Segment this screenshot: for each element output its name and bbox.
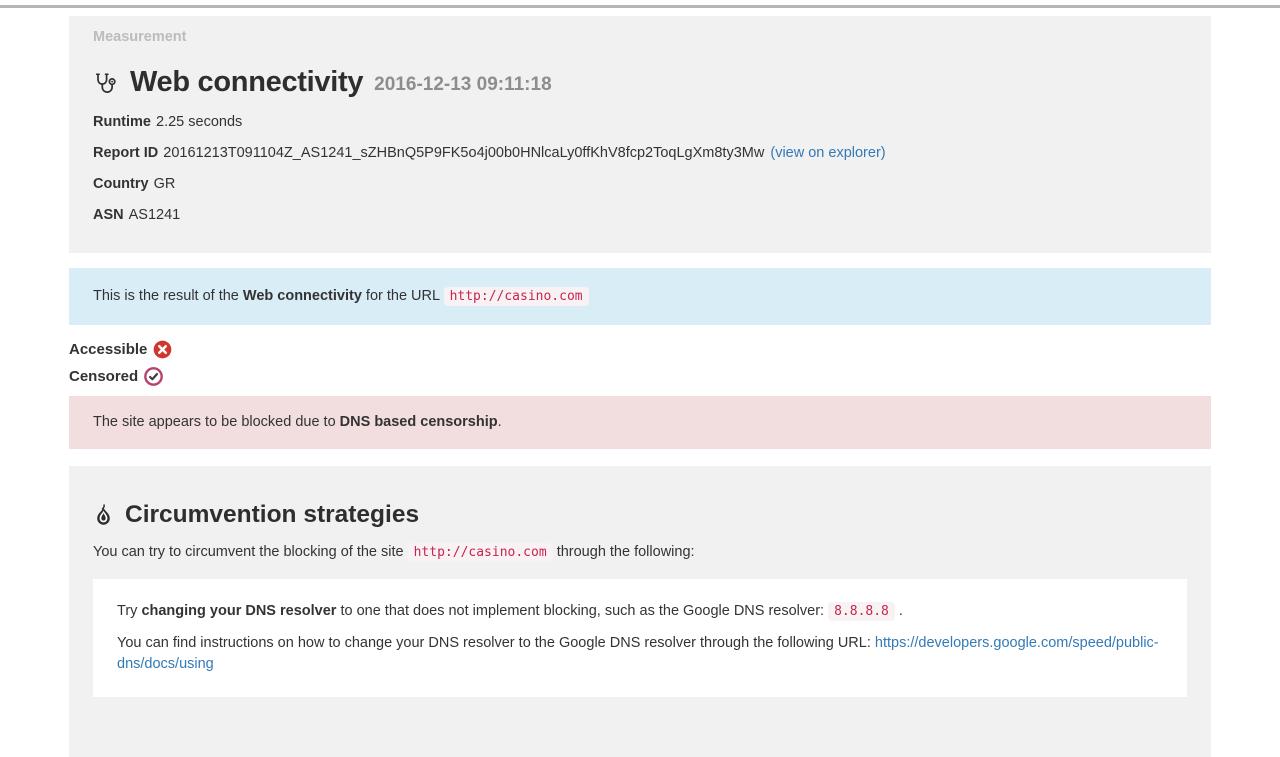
circumvention-title-row: Circumvention strategies <box>93 501 1187 529</box>
content-container: Measurement Web connectivity 2016-12-13 … <box>69 16 1211 757</box>
dns-strategy-card: Try changing your DNS resolver to one th… <box>93 579 1187 697</box>
measurement-panel: Measurement Web connectivity 2016-12-13 … <box>69 16 1211 253</box>
blocking-alert-prefix: The site appears to be blocked due to <box>93 414 340 430</box>
times-circle-icon <box>153 340 172 359</box>
blocking-alert-box: The site appears to be blocked due to DN… <box>69 396 1211 449</box>
instructions-prefix: You can find instructions on how to chan… <box>117 635 875 651</box>
dns-resolver-advice: Try changing your DNS resolver to one th… <box>117 601 1163 622</box>
accessible-status-row: Accessible <box>69 340 1211 359</box>
report-id-value: 20161213T091104Z_AS1241_sZHBnQ5P9FK5o4j0… <box>163 145 764 161</box>
runtime-row: Runtime 2.25 seconds <box>93 115 1187 130</box>
accessible-label: Accessible <box>69 341 147 358</box>
circumvention-intro-prefix: You can try to circumvent the blocking o… <box>93 544 408 560</box>
report-id-row: Report ID 20161213T091104Z_AS1241_sZHBnQ5… <box>93 146 1187 161</box>
status-rows: Accessible Censored <box>69 340 1211 386</box>
runtime-value: 2.25 seconds <box>156 114 242 130</box>
stethoscope-icon <box>93 71 117 95</box>
measurement-timestamp: 2016-12-13 09:11:18 <box>374 74 551 96</box>
censored-label: Censored <box>69 368 138 385</box>
censored-status-row: Censored <box>69 367 1211 386</box>
blocking-alert-suffix: . <box>498 414 502 430</box>
measurement-section-label: Measurement <box>93 28 1187 45</box>
circumvention-intro: You can try to circumvent the blocking o… <box>93 544 1187 561</box>
circumvention-url-code: http://casino.com <box>408 543 553 562</box>
view-on-explorer-link[interactable]: (view on explorer) <box>770 145 885 161</box>
country-row: Country GR <box>93 177 1187 192</box>
asn-row: ASN AS1241 <box>93 208 1187 223</box>
dns-instructions: You can find instructions on how to chan… <box>117 633 1163 675</box>
blocking-reason: DNS based censorship <box>340 414 498 430</box>
advice-suffix: . <box>895 603 903 619</box>
circumvention-panel: Circumvention strategies You can try to … <box>69 466 1211 757</box>
advice-bold: changing your DNS resolver <box>141 603 336 619</box>
result-info-test-name: Web connectivity <box>243 288 362 304</box>
circumvention-intro-suffix: through the following: <box>553 544 695 560</box>
result-info-middle: for the URL <box>362 288 444 304</box>
result-info-box: This is the result of the Web connectivi… <box>69 268 1211 325</box>
report-id-label: Report ID <box>93 145 158 161</box>
onion-icon <box>93 503 114 527</box>
advice-prefix: Try <box>117 603 141 619</box>
measurement-page: Measurement Web connectivity 2016-12-13 … <box>0 5 1280 757</box>
country-label: Country <box>93 176 149 192</box>
measured-url-code: http://casino.com <box>444 287 589 306</box>
check-circle-icon <box>144 367 163 386</box>
country-value: GR <box>154 176 176 192</box>
advice-middle: to one that does not implement blocking,… <box>336 603 828 619</box>
circumvention-title: Circumvention strategies <box>125 501 419 529</box>
test-title: Web connectivity <box>130 66 363 99</box>
measurement-title-row: Web connectivity 2016-12-13 09:11:18 <box>93 66 1187 99</box>
runtime-label: Runtime <box>93 114 151 130</box>
asn-value: AS1241 <box>129 207 181 223</box>
result-info-prefix: This is the result of the <box>93 288 243 304</box>
top-divider <box>0 5 1280 8</box>
asn-label: ASN <box>93 207 124 223</box>
google-dns-ip-code: 8.8.8.8 <box>828 602 895 621</box>
